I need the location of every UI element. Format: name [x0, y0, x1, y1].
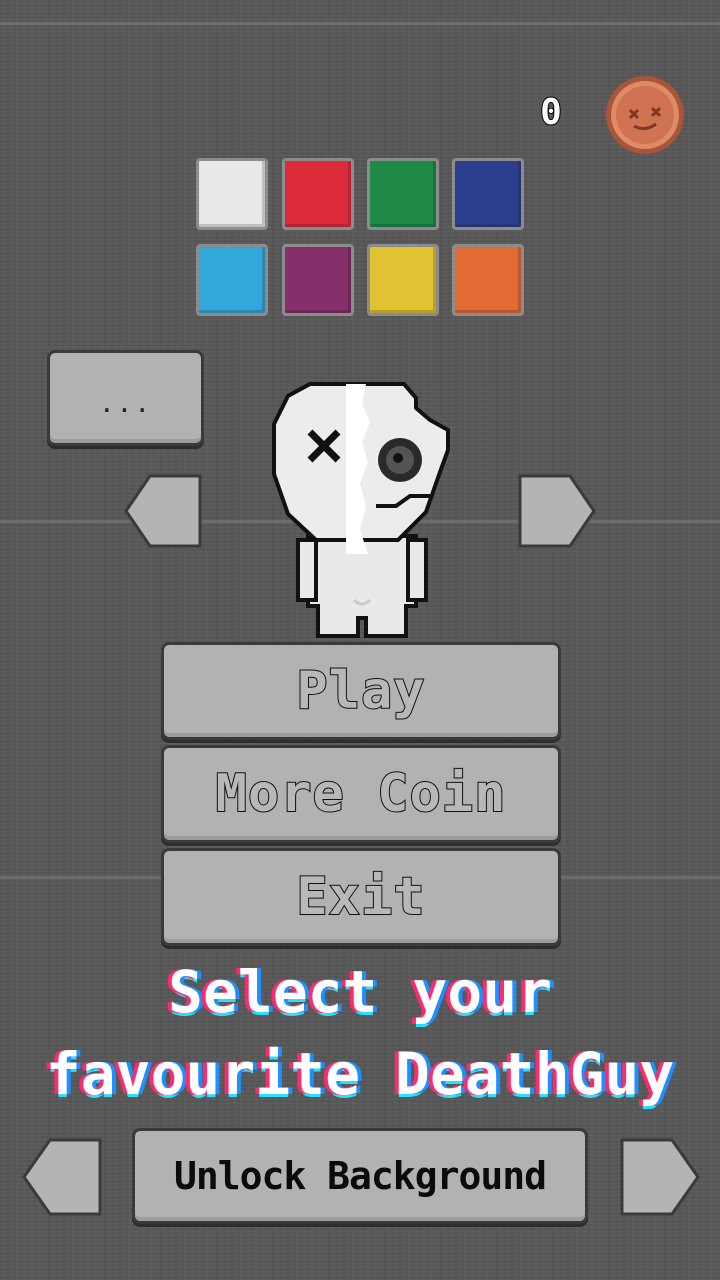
orange-swatch[interactable]: [452, 244, 524, 316]
scanline: [0, 22, 720, 25]
unlock-background-button[interactable]: Unlock Background: [132, 1128, 588, 1224]
more-coin-button[interactable]: More Coin: [161, 745, 561, 843]
background-prev-arrow-icon[interactable]: [22, 1138, 102, 1216]
green-swatch[interactable]: [367, 158, 439, 230]
play-button[interactable]: Play: [161, 642, 561, 740]
exit-button[interactable]: Exit: [161, 848, 561, 946]
coin-icon[interactable]: [604, 74, 686, 156]
more-options-button[interactable]: ...: [47, 350, 204, 446]
arrow-left-icon[interactable]: [124, 474, 202, 548]
yellow-swatch[interactable]: [367, 244, 439, 316]
exit-label: Exit: [295, 866, 426, 928]
more-options-label: ...: [99, 389, 152, 419]
unlock-background-label: Unlock Background: [174, 1154, 547, 1198]
arrow-right-icon[interactable]: [518, 474, 596, 548]
play-label: Play: [295, 660, 426, 722]
select-title-line2: favourite DeathGuy: [45, 1040, 675, 1108]
deathguy-character: [272, 382, 450, 638]
cyan-swatch[interactable]: [196, 244, 268, 316]
background-next-arrow-icon[interactable]: [620, 1138, 700, 1216]
more-coin-label: More Coin: [215, 763, 507, 825]
white-swatch[interactable]: [196, 158, 268, 230]
red-swatch[interactable]: [282, 158, 354, 230]
purple-swatch[interactable]: [282, 244, 354, 316]
select-title-line1: Select your: [167, 958, 553, 1026]
blue-swatch[interactable]: [452, 158, 524, 230]
coin-count: 0: [539, 91, 563, 134]
color-swatch-grid: [196, 158, 526, 318]
